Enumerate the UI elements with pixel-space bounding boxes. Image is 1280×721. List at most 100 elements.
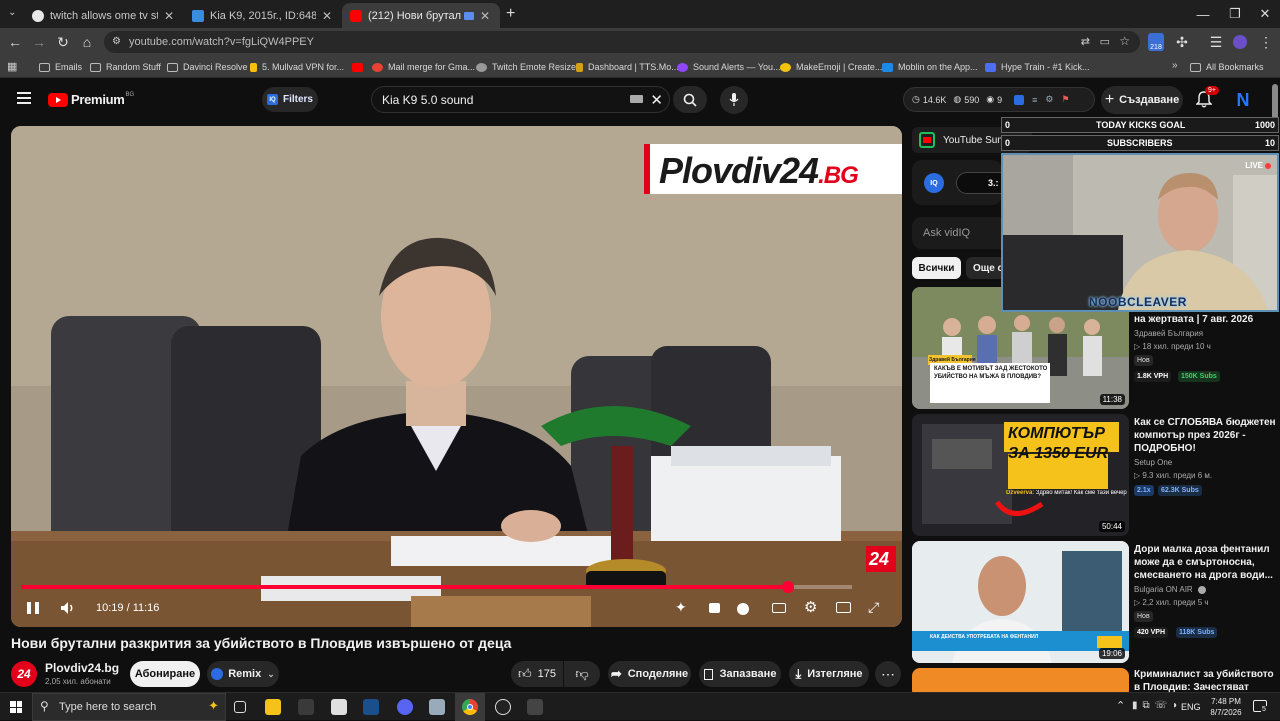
close-tab-icon[interactable]: ✕	[478, 9, 492, 23]
keyboard-icon[interactable]	[630, 95, 643, 103]
taskbar-search-input[interactable]: ⚲ Type here to search ✦	[32, 693, 226, 721]
close-window-icon[interactable]: ✕	[1248, 0, 1280, 28]
file-explorer-icon[interactable]	[265, 699, 281, 715]
task-view-icon[interactable]	[234, 701, 246, 713]
steam-icon[interactable]	[363, 699, 379, 715]
site-info-icon[interactable]: ⚙	[112, 36, 121, 47]
bookmark-twitch-emote[interactable]: Twitch Emote Resizer	[476, 60, 579, 74]
download-button[interactable]: ⤓ Изтегляне	[789, 661, 869, 687]
tray-chevron-icon[interactable]: ⌃	[1116, 699, 1125, 712]
bookmark-tts[interactable]: Dashboard | TTS.Mo...	[576, 60, 679, 74]
account-avatar[interactable]: N	[1231, 88, 1255, 112]
bookmark-youtube[interactable]	[352, 60, 368, 74]
close-tab-icon[interactable]: ✕	[320, 9, 334, 23]
home-icon[interactable]: ⌂	[77, 32, 97, 52]
browser-tab[interactable]: Kia K9, 2015г., ID:64865245 - О ✕	[184, 3, 342, 28]
forward-icon[interactable]: →	[29, 32, 49, 52]
bookmark-makeemoji[interactable]: MakeEmoji | Create...	[780, 60, 882, 74]
bookmark-mail-merge[interactable]: Mail merge for Gma...	[372, 60, 475, 74]
browser-tab[interactable]: twitch allows ome tv streams - ✕	[24, 3, 184, 28]
like-button[interactable]: 👍︎ 175	[511, 661, 563, 687]
extension-badge[interactable]: 218	[1148, 33, 1164, 51]
windows-start-icon[interactable]	[10, 701, 22, 713]
reload-icon[interactable]: ↻	[53, 32, 73, 52]
theater-mode-icon[interactable]	[836, 602, 851, 613]
bookmark-star-icon[interactable]: ☆	[1119, 34, 1130, 48]
extensions-puzzle-icon[interactable]: ✣	[1172, 32, 1192, 52]
new-tab-icon[interactable]: +	[506, 5, 515, 23]
back-icon[interactable]: ←	[5, 32, 25, 52]
bookmark-moblin[interactable]: Moblin on the App...	[882, 60, 978, 74]
search-input[interactable]: Kia K9 5.0 sound ✕	[371, 86, 670, 113]
recommended-video[interactable]: КОМПЮТЪР ЗА 1350 EUR Dzveerva: Здрво мит…	[912, 414, 1279, 536]
remix-button[interactable]: Remix ⌄	[207, 661, 279, 687]
bookmark-mullvad[interactable]: 5. Mullvad VPN for...	[250, 60, 344, 74]
chip-all[interactable]: Всички	[912, 257, 961, 279]
share-button[interactable]: ➦ Споделяне	[608, 661, 691, 687]
youtube-logo[interactable]: Premium BG	[48, 92, 134, 107]
bookmark-davinci[interactable]: Davinci Resolve	[167, 60, 248, 74]
notifications-button[interactable]: 9+	[1196, 86, 1219, 111]
minimize-icon[interactable]: —	[1186, 0, 1220, 28]
progress-bar[interactable]	[21, 585, 852, 589]
more-bookmarks-icon[interactable]: »	[1172, 60, 1178, 71]
filters-button[interactable]: IQ Filters	[262, 87, 318, 112]
chrome-menu-icon[interactable]: ⋮	[1256, 32, 1276, 52]
close-tab-icon[interactable]: ✕	[162, 9, 176, 23]
translate-icon[interactable]: ⇄	[1081, 35, 1090, 48]
recommended-video[interactable]: КАК ДЕЙСТВА УПОТРЕБАТА НА ФЕНТАНИЛ 19:06…	[912, 541, 1279, 663]
app-icon[interactable]	[527, 699, 543, 715]
clock[interactable]: 7:48 PM 8/7/2026	[1204, 696, 1248, 718]
volume-button[interactable]	[60, 601, 76, 615]
restore-icon[interactable]: ❐	[1218, 0, 1252, 28]
dislike-button[interactable]: 👎︎	[564, 661, 600, 687]
channel-name[interactable]: Plovdiv24.bg	[45, 661, 119, 675]
video-thumbnail[interactable]	[912, 668, 1129, 692]
sparkle-ai-icon[interactable]: ✦	[675, 599, 687, 616]
voice-search-button[interactable]	[720, 86, 748, 114]
cast-icon[interactable]: ▭	[1100, 35, 1110, 48]
tab-search-button[interactable]: ⌄	[8, 7, 22, 21]
settings-gear-icon[interactable]: ⚙	[804, 598, 817, 616]
profile-avatar[interactable]	[1233, 35, 1247, 49]
pause-button[interactable]	[27, 602, 39, 614]
tab-list-icon[interactable]: ☰	[1206, 32, 1226, 52]
bookmark-sound-alerts[interactable]: Sound Alerts — You...	[677, 60, 781, 74]
bookmark-hype-train[interactable]: Hype Train - #1 Kick...	[985, 60, 1090, 74]
bookmark-emails[interactable]: Emails	[39, 60, 82, 74]
vidiq-stats-bar[interactable]: ◷ 14.6K ◍ 590 ◉ 9 ≡ ⚙ ⚑	[903, 87, 1095, 112]
vidiq-player-icon[interactable]	[709, 603, 720, 613]
video-player[interactable]: Plovdiv24.BG 24 10:19 / 11:16 ✦ ⚙ ⤢	[11, 126, 902, 627]
app-icon[interactable]	[429, 699, 445, 715]
apps-grid-icon[interactable]: ▦	[7, 60, 17, 73]
subscribe-button[interactable]: Абониране	[130, 661, 200, 687]
subtitles-icon[interactable]	[772, 603, 786, 613]
fullscreen-icon[interactable]: ⤢	[868, 599, 879, 616]
autoplay-toggle-icon[interactable]	[737, 603, 749, 615]
more-actions-button[interactable]: ⋯	[875, 661, 901, 687]
channel-avatar[interactable]: 24	[11, 661, 37, 687]
discord-icon[interactable]	[397, 699, 413, 715]
address-bar[interactable]: ⚙ youtube.com/watch?v=fgLiQW4PPEY ⇄ ▭ ☆	[104, 31, 1140, 53]
hamburger-menu-icon[interactable]	[17, 92, 31, 104]
notification-center-icon[interactable]: 5	[1253, 700, 1267, 713]
app-icon[interactable]	[298, 699, 314, 715]
bookmark-random-stuff[interactable]: Random Stuff	[90, 60, 161, 74]
vidiq-score-chip[interactable]: 3.:	[956, 172, 1002, 194]
chip-more[interactable]: Още с	[966, 257, 1002, 279]
progress-scrubber[interactable]	[781, 581, 794, 593]
search-button[interactable]	[673, 86, 707, 113]
create-button[interactable]: + Създаване	[1101, 86, 1183, 114]
app-icon[interactable]	[331, 699, 347, 715]
ask-vidiq-input[interactable]: Ask vidIQ	[912, 217, 1002, 249]
video-thumbnail[interactable]: КАК ДЕЙСТВА УПОТРЕБАТА НА ФЕНТАНИЛ 19:06	[912, 541, 1129, 663]
vidiq-logo-icon[interactable]: IQ	[924, 173, 944, 193]
all-bookmarks[interactable]: All Bookmarks	[1190, 60, 1264, 74]
language-indicator[interactable]: ENG	[1181, 702, 1201, 712]
video-thumbnail[interactable]: КОМПЮТЪР ЗА 1350 EUR Dzveerva: Здрво мит…	[912, 414, 1129, 536]
clear-search-icon[interactable]: ✕	[650, 91, 663, 109]
save-button[interactable]: Запазване	[699, 661, 781, 687]
browser-tab-active[interactable]: (212) Нови брутални разкрити ✕	[342, 3, 500, 28]
chrome-taskbar-button[interactable]	[455, 693, 485, 721]
recommended-video[interactable]: Криминалист за убийството в Пловдив: Зач…	[912, 668, 1279, 692]
